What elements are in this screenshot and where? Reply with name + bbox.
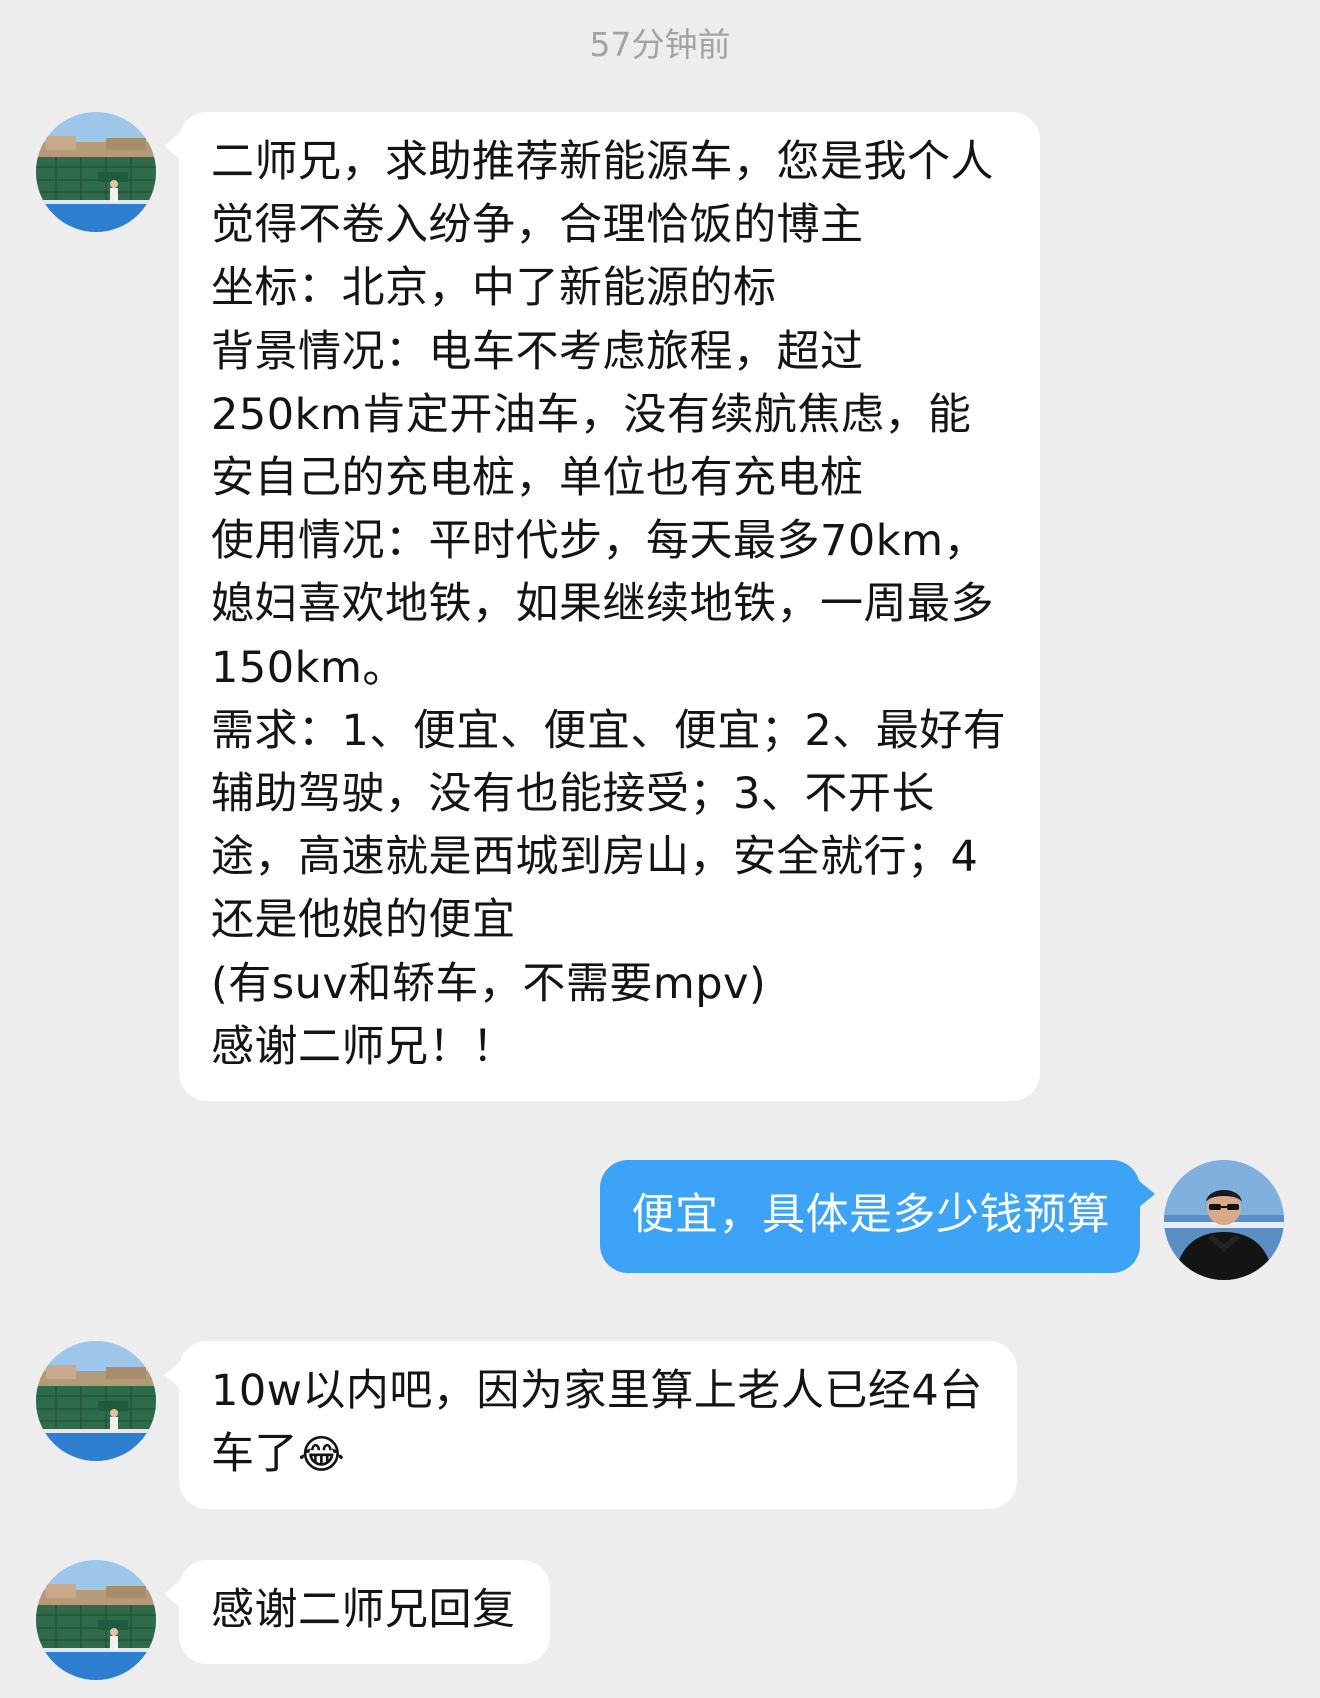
- message-line: 还是他娘的便宜: [211, 895, 516, 946]
- incoming-message-bubble[interactable]: 二师兄，求助推荐新能源车，您是我个人 觉得不卷入纷争，合理恰饭的博主 坐标：北京…: [163, 112, 1041, 1102]
- timestamp: 57分钟前: [589, 25, 731, 64]
- message-line: 感谢二师兄！！: [211, 1021, 516, 1072]
- message-line: 坐标：北京，中了新能源的标: [211, 263, 777, 314]
- message-line: 觉得不卷入纷争，合理恰饭的博主: [211, 200, 864, 251]
- message-line-text: 车了: [211, 1429, 298, 1480]
- laughing-crying-emoji-icon: 😂: [298, 1432, 346, 1479]
- message-line: 10w以内吧，因为家里算上老人已经4台: [211, 1366, 983, 1416]
- message-line: 安自己的充电桩，单位也有充电桩: [211, 453, 864, 504]
- message-line: 需求：1、便宜、便宜、便宜；2、最好有: [211, 705, 1007, 756]
- message-line: (有suv和轿车，不需要mpv): [211, 958, 767, 1009]
- tennis-court-photo-avatar-icon: [36, 1560, 156, 1680]
- contact-avatar[interactable]: [36, 112, 156, 232]
- man-in-black-hoodie-avatar-icon: [1164, 1160, 1284, 1280]
- message-line: 便宜，具体是多少钱预算: [631, 1190, 1110, 1240]
- message-line: 背景情况：电车不考虑旅程，超过: [211, 326, 864, 377]
- message-line: 途，高速就是西城到房山，安全就行；4: [211, 832, 979, 883]
- incoming-message-bubble[interactable]: 10w以内吧，因为家里算上老人已经4台 车了😂: [164, 1341, 1017, 1510]
- contact-avatar[interactable]: [36, 1341, 156, 1461]
- message-line: 使用情况：平时代步，每天最多70km，: [211, 516, 988, 567]
- my-avatar[interactable]: [1164, 1160, 1284, 1280]
- tennis-court-photo-avatar-icon: [36, 112, 156, 232]
- message-line: 感谢二师兄回复: [211, 1585, 516, 1635]
- message-line: 媳妇喜欢地铁，如果继续地铁，一周最多: [211, 579, 994, 630]
- tennis-court-photo-avatar-icon: [36, 1341, 156, 1461]
- outgoing-message-bubble[interactable]: 便宜，具体是多少钱预算: [599, 1160, 1155, 1274]
- contact-avatar[interactable]: [36, 1560, 156, 1680]
- message-line: 车了😂: [211, 1423, 983, 1487]
- message-line: 二师兄，求助推荐新能源车，您是我个人: [211, 137, 994, 187]
- message-line: 250km肯定开油车，没有续航焦虑，能: [211, 389, 972, 440]
- incoming-message-bubble[interactable]: 感谢二师兄回复: [164, 1560, 550, 1665]
- message-line: 辅助驾驶，没有也能接受；3、不开长: [211, 769, 935, 820]
- message-line: 150km。: [211, 642, 406, 693]
